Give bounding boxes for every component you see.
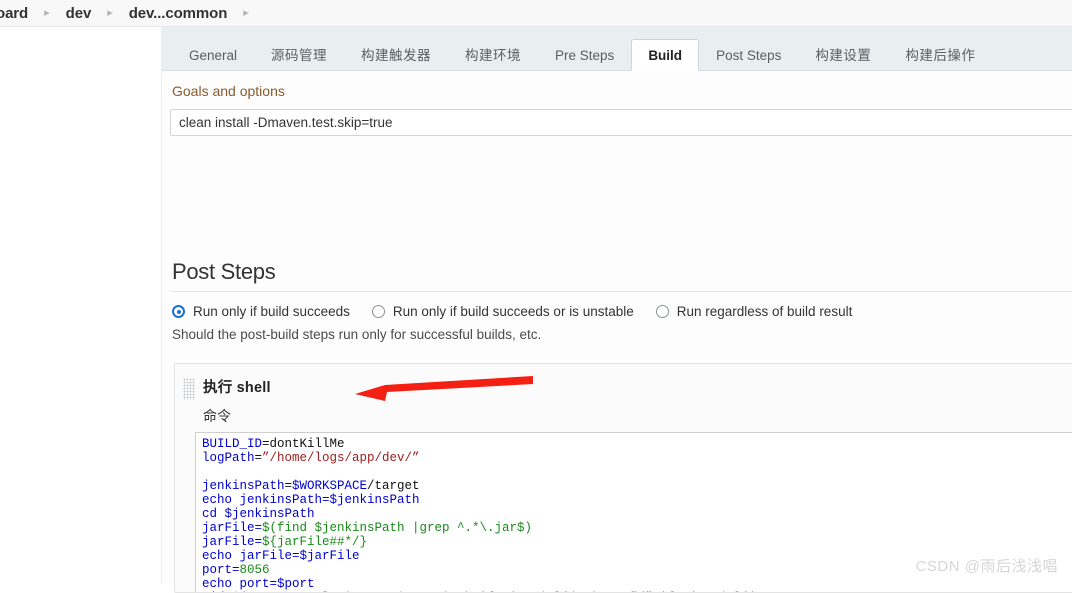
tab-post-build-actions[interactable]: 构建后操作	[888, 39, 992, 71]
radio-run-if-succeeds[interactable]: Run only if build succeeds	[172, 304, 350, 319]
breadcrumb-separator-icon: ▸	[107, 6, 113, 19]
post-steps-heading: Post Steps	[172, 259, 276, 284]
drag-handle-icon[interactable]	[183, 378, 195, 400]
goals-and-options-label: Goals and options	[172, 83, 285, 99]
tab-source-code-management[interactable]: 源码管理	[254, 39, 344, 71]
code-line: jarFile=$(find $jenkinsPath |grep ^.*\.j…	[202, 521, 533, 535]
goals-and-options-input[interactable]	[170, 109, 1072, 136]
radio-button-icon[interactable]	[655, 305, 669, 318]
tab-build-triggers[interactable]: 构建触发器	[344, 39, 448, 71]
code-line: cd $jenkinsPath	[202, 507, 315, 521]
watermark: CSDN @雨后浅浅唱	[915, 558, 1058, 575]
radio-button-icon[interactable]	[172, 305, 185, 318]
sidebar-column	[0, 27, 162, 584]
code-line: jarFile=${jarFile##*/}	[202, 535, 368, 549]
code-line: logPath=”/home/logs/app/dev/”	[202, 451, 420, 465]
tab-build[interactable]: Build	[631, 39, 700, 71]
code-line: pid=$(netstat -nlp | grep $port |awk '{p…	[202, 591, 1072, 592]
tab-pre-steps[interactable]: Pre Steps	[538, 39, 631, 71]
code-line: BUILD_ID=dontKillMe	[202, 437, 345, 451]
job-config-panel: General 源码管理 构建触发器 构建环境 Pre Steps Build …	[162, 27, 1072, 593]
breadcrumb-item-dashboard[interactable]: oard	[0, 5, 28, 22]
radio-button-icon[interactable]	[371, 305, 385, 318]
breadcrumb-item-dev[interactable]: dev	[66, 5, 92, 22]
post-steps-radio-group: Run only if build succeeds Run only if b…	[172, 304, 874, 319]
radio-label: Run only if build succeeds or is unstabl…	[392, 304, 634, 319]
page-body: General 源码管理 构建触发器 构建环境 Pre Steps Build …	[0, 27, 1072, 593]
command-label: 命令	[203, 408, 231, 424]
radio-run-if-succeeds-or-unstable[interactable]: Run only if build succeeds or is unstabl…	[371, 304, 634, 319]
radio-label: Run regardless of build result	[676, 304, 853, 319]
radio-label: Run only if build succeeds	[193, 304, 350, 319]
tab-build-environment[interactable]: 构建环境	[448, 39, 538, 71]
section-divider	[170, 291, 1072, 292]
code-line: echo jenkinsPath=$jenkinsPath	[202, 493, 420, 507]
breadcrumb-separator-icon: ▸	[243, 6, 249, 19]
tab-build-settings[interactable]: 构建设置	[798, 39, 888, 71]
config-content: Goals and options Post Steps Run only if…	[162, 71, 1072, 593]
code-line: jenkinsPath=$WORKSPACE/target	[202, 479, 420, 493]
breadcrumb-item-job[interactable]: dev...common	[129, 5, 228, 22]
tab-post-steps[interactable]: Post Steps	[699, 39, 798, 71]
radio-run-regardless[interactable]: Run regardless of build result	[655, 304, 853, 319]
execute-shell-title: 执行 shell	[203, 380, 271, 396]
code-line: echo port=$port	[202, 577, 315, 591]
tab-general[interactable]: General	[172, 39, 254, 71]
post-steps-helper-text: Should the post-build steps run only for…	[172, 327, 542, 342]
breadcrumb-separator-icon: ▸	[44, 6, 50, 19]
config-tab-strip: General 源码管理 构建触发器 构建环境 Pre Steps Build …	[162, 27, 1072, 71]
breadcrumb: oard ▸ dev ▸ dev...common ▸	[0, 0, 1072, 27]
